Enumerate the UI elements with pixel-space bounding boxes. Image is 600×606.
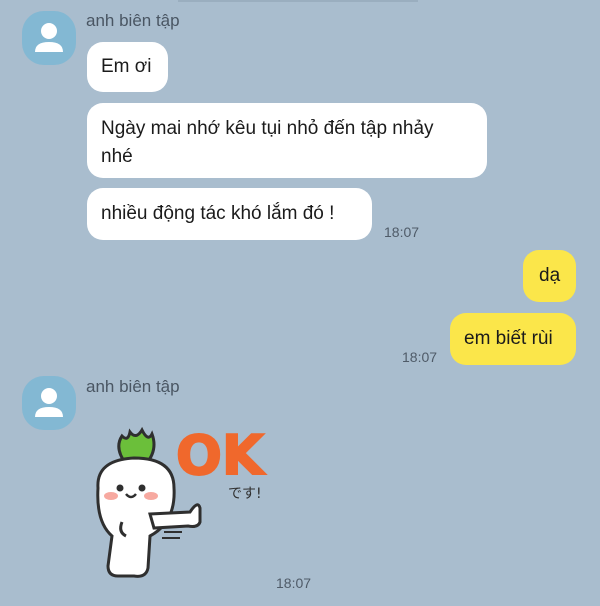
message-text: dạ xyxy=(539,265,561,286)
sender-name: anh biên tập xyxy=(86,11,180,30)
message-text-line1: Ngày mai nhớ kêu tụi nhỏ đến tập nhảy xyxy=(101,118,434,139)
sticker-image: OK です! xyxy=(96,423,267,578)
top-divider xyxy=(178,0,418,2)
message-text: Em ơi xyxy=(101,56,152,77)
message-text: nhiều động tác khó lắm đó ! xyxy=(101,203,335,224)
message-bubble[interactable]: nhiều động tác khó lắm đó ! xyxy=(87,188,372,240)
message-text: em biết rùi xyxy=(464,328,553,349)
outgoing-bubble[interactable]: em biết rùi xyxy=(450,313,576,365)
sender-avatar[interactable] xyxy=(22,376,76,430)
sticker-desu-text: です! xyxy=(228,486,262,502)
sender-avatar[interactable] xyxy=(22,11,76,65)
person-icon xyxy=(35,23,63,52)
person-icon xyxy=(35,388,63,417)
message-time: 18:07 xyxy=(276,575,312,591)
message-text-line2: nhé xyxy=(101,146,133,167)
message-bubble[interactable]: Ngày mai nhớ kêu tụi nhỏ đến tập nhảy nh… xyxy=(87,103,487,178)
message-bubble[interactable]: Em ơi xyxy=(87,42,168,92)
message-time: 18:07 xyxy=(402,349,438,365)
radish-ok-sticker[interactable]: OK です! xyxy=(78,418,298,588)
sticker-ok-text: OK xyxy=(176,424,266,487)
outgoing-bubble[interactable]: dạ xyxy=(523,250,576,302)
message-time: 18:07 xyxy=(384,224,420,240)
sender-name: anh biên tập xyxy=(86,377,180,396)
